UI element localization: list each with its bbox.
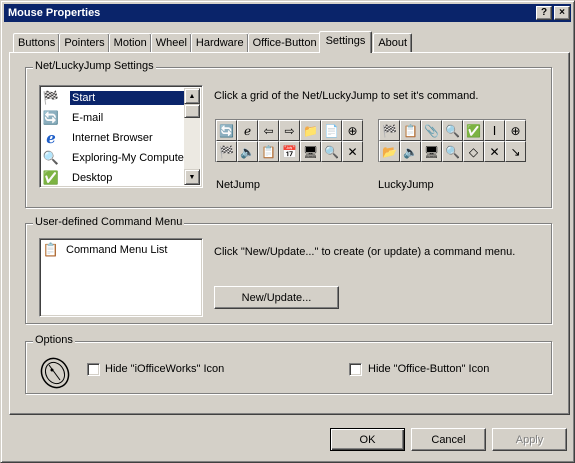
hide-officebutton-checkbox[interactable] bbox=[349, 363, 362, 376]
luckyjump-cell[interactable]: ⊕ bbox=[505, 120, 526, 141]
tab-settings[interactable]: Settings bbox=[318, 31, 373, 53]
netlucky-group-label: Net/LuckyJump Settings bbox=[33, 60, 156, 72]
tab-strip: Buttons Pointers Motion Wheel Hardware O… bbox=[13, 31, 413, 53]
tab-pointers[interactable]: Pointers bbox=[59, 33, 110, 53]
tab-buttons[interactable]: Buttons bbox=[13, 33, 61, 53]
netjump-cell[interactable]: 🔍 bbox=[321, 141, 342, 162]
netjump-cell[interactable]: 📅 bbox=[279, 141, 300, 162]
email-icon: 🔄 bbox=[42, 110, 60, 125]
desktop-icon: ✅ bbox=[42, 170, 60, 185]
scroll-down-icon[interactable]: ▼ bbox=[184, 169, 200, 185]
luckyjump-cell[interactable]: 📎 bbox=[421, 120, 442, 141]
window-title: Mouse Properties bbox=[8, 7, 101, 19]
netjump-cell[interactable]: 🔈 bbox=[237, 141, 258, 162]
list-item[interactable]: 📋 Command Menu List bbox=[42, 240, 170, 260]
new-update-button[interactable]: New/Update... bbox=[214, 286, 339, 309]
tab-hardware[interactable]: Hardware bbox=[190, 33, 249, 53]
luckyjump-cell[interactable]: 📂 bbox=[379, 141, 400, 162]
user-menu-group-label: User-defined Command Menu bbox=[33, 216, 185, 228]
help-button[interactable]: ? bbox=[536, 6, 552, 20]
list-item[interactable]: ✅ Desktop bbox=[42, 168, 114, 187]
luckyjump-cell[interactable]: ◇ bbox=[463, 141, 484, 162]
explore-computer-icon: 🔍 bbox=[42, 150, 60, 165]
netjump-cell[interactable]: ✕ bbox=[342, 141, 363, 162]
hide-iofficeworks-checkbox[interactable] bbox=[87, 363, 100, 376]
title-bar[interactable]: Mouse Properties ? × bbox=[4, 4, 571, 22]
netjump-cell[interactable]: ⇨ bbox=[279, 120, 300, 141]
netjump-cell[interactable]: 🖥 bbox=[300, 141, 321, 162]
luckyjump-cell[interactable]: ✅ bbox=[463, 120, 484, 141]
netjump-cell[interactable]: 🏁 bbox=[216, 141, 237, 162]
list-item[interactable]: ℯ Internet Browser bbox=[42, 128, 155, 148]
list-item[interactable]: 🏁 Start bbox=[42, 88, 184, 108]
scroll-thumb[interactable] bbox=[184, 104, 200, 118]
netlucky-instruction: Click a grid of the Net/LuckyJump to set… bbox=[214, 90, 479, 102]
netlucky-groupbox: Net/LuckyJump Settings 🏁 Start 🔄 E-mail … bbox=[25, 60, 552, 208]
mouse-properties-window: Mouse Properties ? × Buttons Pointers Mo… bbox=[0, 0, 575, 463]
netjump-cell[interactable]: 📁 bbox=[300, 120, 321, 141]
luckyjump-grid: 🏁 📋 📎 🔍 ✅ Ⅰ ⊕ 📂 🔈 🖥 🔍 ◇ ✕ ↘ bbox=[378, 119, 526, 162]
tab-motion[interactable]: Motion bbox=[108, 33, 152, 53]
start-icon: 🏁 bbox=[42, 90, 60, 105]
tab-office-button[interactable]: Office-Button bbox=[247, 33, 322, 53]
listbox-scrollbar[interactable]: ▲ ▼ bbox=[184, 88, 200, 185]
options-groupbox: Options Hide "iOfficeWorks" Icon Hide "O… bbox=[25, 334, 552, 394]
netjump-grid: 🔄 ℯ ⇦ ⇨ 📁 📄 ⊕ 🏁 🔈 📋 📅 🖥 🔍 ✕ bbox=[215, 119, 363, 162]
ok-button[interactable]: OK bbox=[330, 428, 405, 451]
command-listbox[interactable]: 🏁 Start 🔄 E-mail ℯ Internet Browser 🔍 Ex… bbox=[39, 85, 203, 188]
close-button[interactable]: × bbox=[554, 6, 570, 20]
netjump-cell[interactable]: ℯ bbox=[237, 120, 258, 141]
netjump-cell[interactable]: 🔄 bbox=[216, 120, 237, 141]
luckyjump-cell[interactable]: 🔍 bbox=[442, 120, 463, 141]
luckyjump-cell[interactable]: ✕ bbox=[484, 141, 505, 162]
netjump-label: NetJump bbox=[216, 179, 261, 191]
luckyjump-cell[interactable]: 🔍 bbox=[442, 141, 463, 162]
luckyjump-cell[interactable]: 🏁 bbox=[379, 120, 400, 141]
netjump-cell[interactable]: 📋 bbox=[258, 141, 279, 162]
netjump-cell[interactable]: 📄 bbox=[321, 120, 342, 141]
mouse-icon bbox=[38, 356, 72, 390]
options-group-label: Options bbox=[33, 334, 75, 346]
tab-about[interactable]: About bbox=[373, 33, 413, 53]
luckyjump-label: LuckyJump bbox=[378, 179, 434, 191]
hide-iofficeworks-label[interactable]: Hide "iOfficeWorks" Icon bbox=[105, 363, 224, 375]
netjump-cell[interactable]: ⊕ bbox=[342, 120, 363, 141]
list-item[interactable]: 🔄 E-mail bbox=[42, 108, 105, 128]
luckyjump-cell[interactable]: 🔈 bbox=[400, 141, 421, 162]
luckyjump-cell[interactable]: 📋 bbox=[400, 120, 421, 141]
tab-wheel[interactable]: Wheel bbox=[150, 33, 192, 53]
hide-officebutton-label[interactable]: Hide "Office-Button" Icon bbox=[368, 363, 489, 375]
user-menu-instruction: Click "New/Update..." to create (or upda… bbox=[214, 246, 516, 258]
scroll-up-icon[interactable]: ▲ bbox=[184, 88, 200, 104]
user-menu-groupbox: User-defined Command Menu 📋 Command Menu… bbox=[25, 216, 552, 324]
command-menu-listbox[interactable]: 📋 Command Menu List bbox=[39, 238, 203, 317]
luckyjump-cell[interactable]: Ⅰ bbox=[484, 120, 505, 141]
internet-explorer-icon: ℯ bbox=[46, 130, 56, 147]
apply-button[interactable]: Apply bbox=[492, 428, 567, 451]
netjump-cell[interactable]: ⇦ bbox=[258, 120, 279, 141]
luckyjump-cell[interactable]: 🖥 bbox=[421, 141, 442, 162]
luckyjump-cell[interactable]: ↘ bbox=[505, 141, 526, 162]
list-item[interactable]: 🔍 Exploring-My Computer bbox=[42, 148, 190, 168]
cancel-button[interactable]: Cancel bbox=[411, 428, 486, 451]
command-menu-list-icon: 📋 bbox=[42, 242, 60, 257]
settings-panel: Net/LuckyJump Settings 🏁 Start 🔄 E-mail … bbox=[9, 52, 570, 415]
